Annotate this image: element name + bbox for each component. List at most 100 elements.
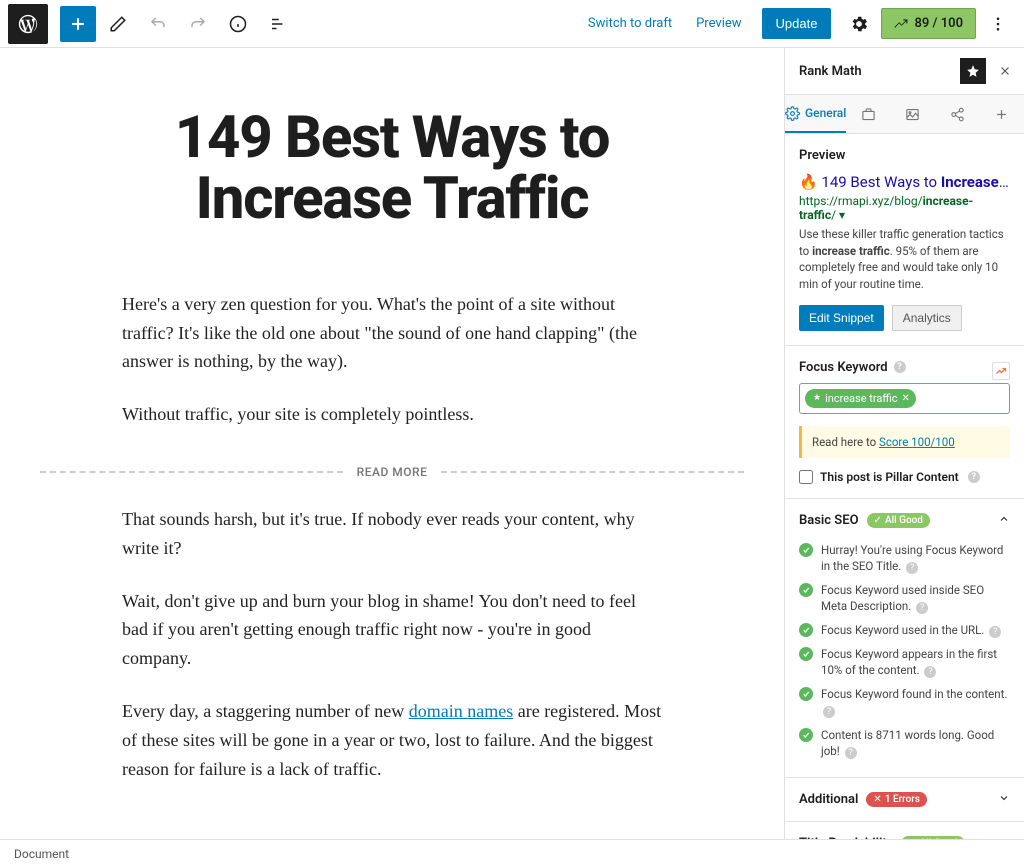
preview-heading: Preview (799, 148, 1010, 163)
snippet-preview-panel: Preview 🔥 149 Best Ways to Increase Traf… (785, 134, 1024, 346)
favorite-button[interactable] (960, 58, 986, 84)
score-link[interactable]: Score 100/100 (879, 435, 955, 449)
focus-keyword-panel: Focus Keyword ? ★ increase traffic ✕ Rea… (785, 346, 1024, 499)
check-icon (799, 728, 813, 742)
paragraph-block[interactable]: Wait, don't give up and burn your blog i… (122, 587, 662, 673)
basic-seo-header[interactable]: Basic SEO ✓ All Good (799, 513, 1010, 528)
seo-check-list: Hurray! You're using Focus Keyword in th… (799, 538, 1010, 763)
wordpress-icon (17, 13, 39, 35)
chart-icon (894, 17, 908, 31)
pillar-checkbox-input[interactable] (799, 470, 813, 484)
keyword-chip: ★ increase traffic ✕ (805, 389, 916, 408)
tab-social[interactable] (935, 95, 979, 133)
help-icon[interactable]: ? (823, 706, 835, 718)
additional-header[interactable]: Additional ✕ 1 Errors (799, 792, 1010, 807)
add-block-button[interactable] (60, 6, 96, 42)
remove-keyword-button[interactable]: ✕ (902, 393, 910, 404)
score-tip: Read here to Score 100/100 (799, 426, 1010, 458)
wordpress-logo[interactable] (8, 4, 48, 44)
basic-seo-panel: Basic SEO ✓ All Good Hurray! You're usin… (785, 499, 1024, 778)
pencil-icon (109, 15, 127, 33)
check-icon (799, 543, 813, 557)
snippet-title-bold: Increase Traf... (941, 173, 1010, 191)
chevron-up-icon (998, 513, 1010, 528)
plus-icon (994, 107, 1009, 122)
seo-check-item: Focus Keyword found in the content. ? (799, 682, 1010, 722)
tab-add[interactable] (980, 95, 1024, 133)
breadcrumb-document[interactable]: Document (14, 847, 69, 861)
read-more-label: READ MORE (357, 465, 428, 479)
seo-check-item: Focus Keyword used in the URL. ? (799, 618, 1010, 642)
help-icon[interactable]: ? (968, 471, 980, 483)
error-badge: ✕ 1 Errors (866, 792, 927, 807)
help-icon[interactable]: ? (916, 602, 928, 614)
check-icon (799, 623, 813, 637)
undo-icon (149, 15, 167, 33)
edit-mode-button[interactable] (100, 6, 136, 42)
editor-canvas[interactable]: 149 Best Ways to Increase Traffic Here's… (0, 48, 784, 839)
analytics-button[interactable]: Analytics (892, 305, 962, 331)
fire-emoji: 🔥 (799, 173, 818, 191)
outline-button[interactable] (260, 6, 296, 42)
domain-names-link[interactable]: domain names (409, 701, 513, 721)
paragraph-block[interactable]: That sounds harsh, but it's true. If nob… (122, 505, 662, 563)
sidebar-title: Rank Math (799, 64, 960, 79)
list-icon (269, 15, 287, 33)
seo-check-item: Content is 8711 words long. Good job! ? (799, 723, 1010, 763)
tab-general[interactable]: General (785, 95, 846, 133)
kebab-icon (989, 15, 1007, 33)
paragraph-block[interactable]: Without traffic, your site is completely… (122, 400, 662, 429)
tab-advanced[interactable] (846, 95, 890, 133)
dashed-line-right (441, 471, 744, 473)
check-icon (799, 647, 813, 661)
settings-button[interactable] (841, 6, 877, 42)
help-icon[interactable]: ? (845, 747, 857, 759)
snippet-title: 🔥 149 Best Ways to Increase Traf... (799, 173, 1010, 191)
trend-icon (995, 365, 1007, 377)
gear-icon (785, 106, 800, 121)
help-icon[interactable]: ? (906, 562, 918, 574)
seo-check-item: Focus Keyword appears in the first 10% o… (799, 642, 1010, 682)
star-icon: ★ (813, 393, 821, 403)
seo-check-item: Focus Keyword used inside SEO Meta Descr… (799, 578, 1010, 618)
details-button[interactable] (220, 6, 256, 42)
tab-schema[interactable] (891, 95, 935, 133)
seo-score-badge[interactable]: 89 / 100 (881, 8, 976, 39)
focus-keyword-label: Focus Keyword ? (799, 360, 906, 375)
title-readability-panel: Title Readability ✓ All Good (785, 822, 1024, 839)
trends-button[interactable] (992, 362, 1010, 380)
section-title: Additional (799, 792, 858, 807)
sidebar-tabs: General (785, 95, 1024, 134)
help-icon[interactable]: ? (989, 626, 1001, 638)
snippet-title-pre: 149 Best Ways to (821, 173, 940, 191)
editor-top-toolbar: Switch to draft Preview Update 89 / 100 (0, 0, 1024, 48)
redo-button[interactable] (180, 6, 216, 42)
redo-icon (189, 15, 207, 33)
star-icon (966, 64, 980, 78)
switch-to-draft-link[interactable]: Switch to draft (578, 16, 682, 31)
close-sidebar-button[interactable] (992, 58, 1018, 84)
rank-math-sidebar: Rank Math General Preview 🔥 149 Best W (784, 48, 1024, 839)
focus-keyword-input[interactable]: ★ increase traffic ✕ (799, 383, 1010, 414)
paragraph-block[interactable]: Here's a very zen question for you. What… (122, 290, 662, 376)
paragraph-block[interactable]: Every day, a staggering number of new do… (122, 697, 662, 783)
help-icon[interactable]: ? (924, 666, 936, 678)
pillar-content-checkbox[interactable]: This post is Pillar Content ? (799, 470, 1010, 484)
seo-score-value: 89 / 100 (914, 16, 963, 31)
tab-general-label: General (805, 106, 846, 120)
additional-panel: Additional ✕ 1 Errors (785, 778, 1024, 822)
update-button[interactable]: Update (762, 8, 832, 39)
read-more-separator[interactable]: READ MORE (40, 465, 744, 479)
help-icon[interactable]: ? (894, 361, 906, 373)
more-options-button[interactable] (980, 6, 1016, 42)
snippet-description: Use these killer traffic generation tact… (799, 226, 1010, 293)
briefcase-icon (861, 107, 876, 122)
edit-snippet-button[interactable]: Edit Snippet (799, 305, 884, 331)
undo-button[interactable] (140, 6, 176, 42)
post-title[interactable]: 149 Best Ways to Increase Traffic (122, 108, 662, 230)
image-icon (905, 107, 920, 122)
check-icon (799, 687, 813, 701)
section-title: Basic SEO (799, 513, 859, 528)
preview-link[interactable]: Preview (686, 16, 751, 31)
all-good-badge: ✓ All Good (867, 513, 930, 528)
